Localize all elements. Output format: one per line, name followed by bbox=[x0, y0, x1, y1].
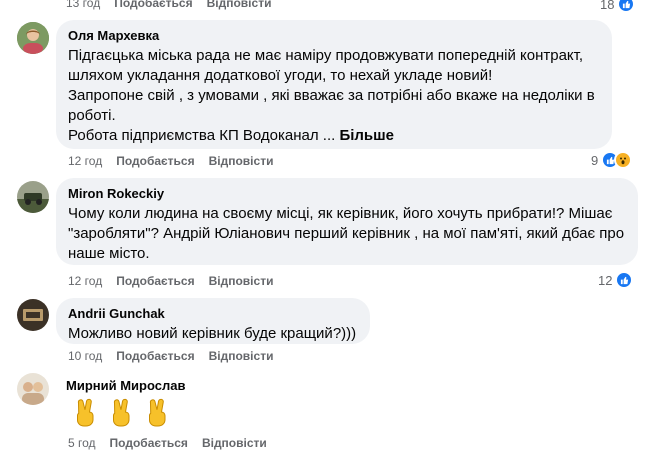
like-button[interactable]: Подобається bbox=[116, 349, 194, 363]
timestamp: 12 год bbox=[68, 274, 103, 288]
comment-line: Запропоне свій , з умовами , які вважає … bbox=[68, 87, 595, 104]
comment-author[interactable]: Оля Мархевка bbox=[68, 28, 600, 44]
comment-author-wrap: Мирний Мирослав bbox=[66, 378, 185, 396]
reaction-count: 9 bbox=[591, 152, 599, 168]
comment-meta: 10 год Подобається Відповісти bbox=[68, 349, 273, 363]
reply-button[interactable]: Відповісти bbox=[209, 274, 274, 288]
comment-bubble: Miron Rokeckiy Чому коли людина на своєм… bbox=[56, 178, 638, 265]
reply-button[interactable]: Відповісти bbox=[207, 0, 272, 10]
avatar[interactable] bbox=[17, 181, 49, 213]
comment-line: шляхом укладання додаткової угоди, то не… bbox=[68, 67, 493, 84]
comment-line-text: Робота підприємства КП Водоканал ... bbox=[68, 127, 340, 144]
comment-text: Підгаєцька міська рада не має наміру про… bbox=[68, 46, 600, 146]
reply-button[interactable]: Відповісти bbox=[209, 154, 274, 168]
timestamp: 5 год bbox=[68, 436, 96, 450]
see-more-link[interactable]: Більше bbox=[339, 127, 394, 144]
like-button[interactable]: Подобається bbox=[116, 154, 194, 168]
comment-line: роботі. bbox=[68, 107, 116, 124]
comment-line: Підгаєцька міська рада не має наміру про… bbox=[68, 47, 584, 64]
comment-meta-top: 13 год Подобається Відповісти bbox=[66, 0, 271, 10]
comment-line: Чому коли людина на своєму місці, як кер… bbox=[68, 205, 613, 222]
reaction-count: 18 bbox=[600, 0, 615, 12]
comment-meta: 5 год Подобається Відповісти bbox=[68, 436, 267, 450]
like-button[interactable]: Подобається bbox=[114, 0, 192, 10]
comment-line: Можливо новий керівник буде кращий?))) bbox=[68, 325, 357, 342]
comment-meta: 12 год Подобається Відповісти bbox=[68, 154, 273, 168]
reply-button[interactable]: Відповісти bbox=[202, 436, 267, 450]
reaction-count: 12 bbox=[598, 272, 613, 288]
victory-hand-icon bbox=[77, 398, 94, 427]
comment-meta: 12 год Подобається Відповісти bbox=[68, 274, 273, 288]
like-reaction-icon bbox=[617, 0, 636, 13]
emoji-content bbox=[73, 397, 171, 427]
comment-author[interactable]: Мирний Мирослав bbox=[66, 378, 185, 394]
timestamp: 12 год bbox=[68, 154, 103, 168]
reaction-summary-top[interactable]: 18 bbox=[600, 0, 636, 13]
comment-author[interactable]: Andrii Gunchak bbox=[68, 306, 358, 322]
comment-line: наше місто. bbox=[68, 245, 150, 262]
comment-text: Можливо новий керівник буде кращий?))) bbox=[68, 324, 358, 344]
comment-line: "заробляти"? Андрій Юліанович перший кер… bbox=[68, 225, 625, 242]
like-button[interactable]: Подобається bbox=[110, 436, 188, 450]
reaction-summary[interactable]: 12 bbox=[598, 271, 634, 289]
avatar[interactable] bbox=[17, 22, 49, 54]
wow-reaction-icon bbox=[614, 151, 633, 169]
comment-bubble: Оля Мархевка Підгаєцька міська рада не м… bbox=[56, 20, 612, 149]
comment-author[interactable]: Miron Rokeckiy bbox=[68, 186, 626, 202]
comment-text: Чому коли людина на своєму місці, як кер… bbox=[68, 204, 626, 264]
like-reaction-icon bbox=[615, 271, 634, 289]
avatar[interactable] bbox=[17, 373, 49, 405]
comment-bubble: Andrii Gunchak Можливо новий керівник бу… bbox=[56, 298, 370, 344]
reaction-summary[interactable]: 9 bbox=[591, 151, 633, 169]
victory-hand-icon bbox=[149, 398, 166, 427]
timestamp: 13 год bbox=[66, 0, 101, 10]
victory-hand-icon bbox=[113, 398, 130, 427]
timestamp: 10 год bbox=[68, 349, 103, 363]
comment-line: Робота підприємства КП Водоканал ... Біл… bbox=[68, 126, 600, 146]
avatar[interactable] bbox=[17, 299, 49, 331]
reply-button[interactable]: Відповісти bbox=[209, 349, 274, 363]
like-button[interactable]: Подобається bbox=[116, 274, 194, 288]
